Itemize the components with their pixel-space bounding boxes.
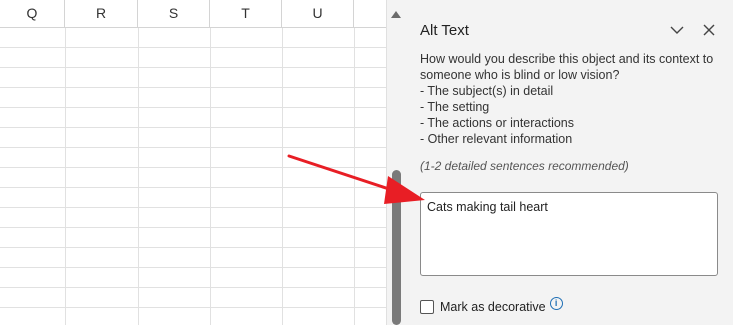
column-header-q[interactable]: Q	[0, 0, 65, 27]
vertical-scrollbar[interactable]	[386, 0, 406, 325]
grid-row-line	[0, 247, 386, 248]
alt-text-pane: Alt Text How would you describe this obj…	[406, 0, 733, 325]
instruction-line: How would you describe this object and i…	[420, 52, 714, 66]
instruction-line: someone who is blind or low vision?	[420, 68, 620, 82]
instruction-line: - The subject(s) in detail	[420, 84, 554, 98]
instruction-line: - Other relevant information	[420, 132, 573, 146]
close-pane-button[interactable]	[698, 19, 720, 41]
grid-column-line	[65, 28, 66, 325]
grid-row-line	[0, 127, 386, 128]
info-icon[interactable]: i	[549, 296, 563, 310]
alt-text-input[interactable]: Cats making tail heart	[420, 192, 718, 276]
column-header-r[interactable]: R	[65, 0, 138, 27]
alt-text-instructions: How would you describe this object and i…	[420, 51, 720, 147]
cell-grid[interactable]	[0, 28, 386, 325]
recommendation-hint: (1-2 detailed sentences recommended)	[420, 159, 629, 173]
scroll-thumb[interactable]	[392, 170, 401, 325]
spreadsheet-grid[interactable]: Q R S T U	[0, 0, 386, 325]
grid-row-line	[0, 167, 386, 168]
grid-row-line	[0, 107, 386, 108]
mark-decorative-checkbox[interactable]	[420, 300, 434, 314]
mark-decorative-label[interactable]: Mark as decorative	[440, 300, 546, 314]
column-header-s[interactable]: S	[138, 0, 210, 27]
grid-column-line	[138, 28, 139, 325]
grid-row-line	[0, 267, 386, 268]
grid-row-line	[0, 47, 386, 48]
column-headers: Q R S T U	[0, 0, 386, 28]
column-header-t[interactable]: T	[210, 0, 282, 27]
pane-title: Alt Text	[420, 22, 469, 39]
grid-column-line	[210, 28, 211, 325]
grid-row-line	[0, 307, 386, 308]
chevron-down-icon	[670, 26, 684, 34]
instruction-line: - The actions or interactions	[420, 116, 575, 130]
mark-decorative-row: Mark as decorative i	[420, 296, 563, 314]
grid-row-line	[0, 227, 386, 228]
grid-row-line	[0, 287, 386, 288]
grid-row-line	[0, 207, 386, 208]
close-icon	[703, 24, 715, 36]
grid-column-line	[282, 28, 283, 325]
grid-row-line	[0, 187, 386, 188]
column-header-u[interactable]: U	[282, 0, 354, 27]
grid-row-line	[0, 87, 386, 88]
instruction-line: - The setting	[420, 100, 490, 114]
collapse-pane-button[interactable]	[666, 19, 688, 41]
grid-row-line	[0, 67, 386, 68]
grid-row-line	[0, 147, 386, 148]
grid-column-line	[354, 28, 355, 325]
scroll-up-arrow-icon[interactable]	[391, 11, 401, 18]
